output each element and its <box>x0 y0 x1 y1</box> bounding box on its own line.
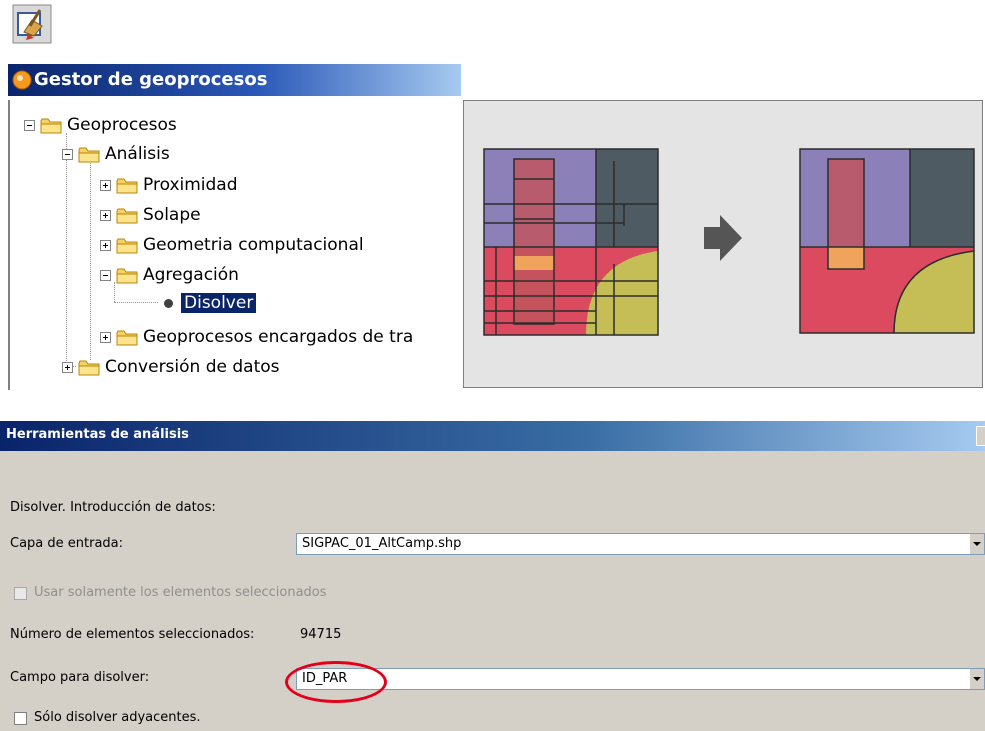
gvsig-logo-icon <box>12 70 32 90</box>
folder-open-icon <box>116 268 138 283</box>
dialog-title: Herramientas de análisis <box>6 427 189 442</box>
analysis-tools-dialog: Herramientas de análisis Disolver. Intro… <box>0 421 985 731</box>
selected-only-label: Usar solamente los elementos seleccionad… <box>34 585 327 600</box>
tree-item-label: Geoprocesos <box>67 115 177 135</box>
expand-toggle[interactable] <box>100 332 111 343</box>
tree-item-label: Agregación <box>143 265 239 285</box>
geoprocess-manager-title: Gestor de geoprocesos <box>34 69 268 90</box>
expand-toggle[interactable] <box>100 180 111 191</box>
folder-icon <box>116 178 138 193</box>
input-layer-combo[interactable]: SIGPAC_01_AltCamp.shp <box>296 533 985 555</box>
input-layer-value: SIGPAC_01_AltCamp.shp <box>302 536 462 551</box>
folder-icon <box>116 238 138 253</box>
geoprocess-tool-icon[interactable] <box>12 4 52 44</box>
expand-toggle[interactable] <box>62 362 73 373</box>
tree-item-label: Geometria computacional <box>143 235 364 255</box>
adjacent-only-checkbox[interactable] <box>14 712 27 725</box>
tree-item-analisis[interactable]: Análisis <box>78 141 170 167</box>
dropdown-arrow-icon[interactable] <box>969 669 984 689</box>
before-polygons <box>483 148 659 336</box>
adjacent-only-label: Sólo disolver adyacentes. <box>34 710 201 725</box>
tree-item-geometria-computacional[interactable]: Geometria computacional <box>116 232 364 258</box>
dropdown-arrow-icon[interactable] <box>969 534 984 554</box>
selected-count-value: 94715 <box>300 627 342 642</box>
tree-item-label-selected: Disolver <box>179 292 258 314</box>
folder-icon <box>116 208 138 223</box>
tree-item-label: Proximidad <box>143 175 238 195</box>
maximize-button[interactable] <box>976 426 985 446</box>
input-layer-label: Capa de entrada: <box>10 536 124 551</box>
dissolve-field-label: Campo para disolver: <box>10 670 150 685</box>
section-label: Disolver. Introducción de datos: <box>10 500 216 515</box>
dissolve-field-combo[interactable]: ID_PAR <box>296 668 985 690</box>
tree-item-disolver[interactable]: Disolver <box>160 290 258 316</box>
collapse-toggle[interactable] <box>62 149 73 160</box>
expand-toggle[interactable] <box>100 240 111 251</box>
expand-toggle[interactable] <box>100 210 111 221</box>
after-polygons <box>799 148 975 334</box>
dialog-titlebar: Herramientas de análisis <box>0 421 985 451</box>
tree-item-label: Geoprocesos encargados de tra <box>143 327 414 347</box>
tree-item-proximidad[interactable]: Proximidad <box>116 172 238 198</box>
tree-item-label: Conversión de datos <box>105 357 280 377</box>
geoprocess-tree: Geoprocesos Análisis Proximidad Solape G… <box>8 100 463 390</box>
tree-item-agregacion[interactable]: Agregación <box>116 262 239 288</box>
collapse-toggle[interactable] <box>100 270 111 281</box>
tree-item-label: Solape <box>143 205 201 225</box>
tree-item-geoprocesos-encargados[interactable]: Geoprocesos encargados de tra <box>116 324 413 350</box>
arrow-icon <box>704 215 742 261</box>
folder-open-icon <box>78 147 100 162</box>
tree-item-geoprocesos[interactable]: Geoprocesos <box>40 112 177 138</box>
folder-icon <box>78 360 100 375</box>
geoprocess-manager-titlebar: Gestor de geoprocesos <box>8 64 461 96</box>
highlight-circle <box>285 661 387 703</box>
dissolve-illustration <box>463 100 983 388</box>
selected-only-checkbox[interactable] <box>14 587 27 600</box>
collapse-toggle[interactable] <box>24 120 35 131</box>
folder-icon <box>40 118 62 133</box>
tree-item-solape[interactable]: Solape <box>116 202 201 228</box>
selected-count-label: Número de elementos seleccionados: <box>10 627 255 642</box>
bullet-icon <box>164 298 173 308</box>
tree-item-label: Análisis <box>105 144 170 164</box>
folder-icon <box>116 330 138 345</box>
tree-item-conversion-datos[interactable]: Conversión de datos <box>78 354 280 380</box>
